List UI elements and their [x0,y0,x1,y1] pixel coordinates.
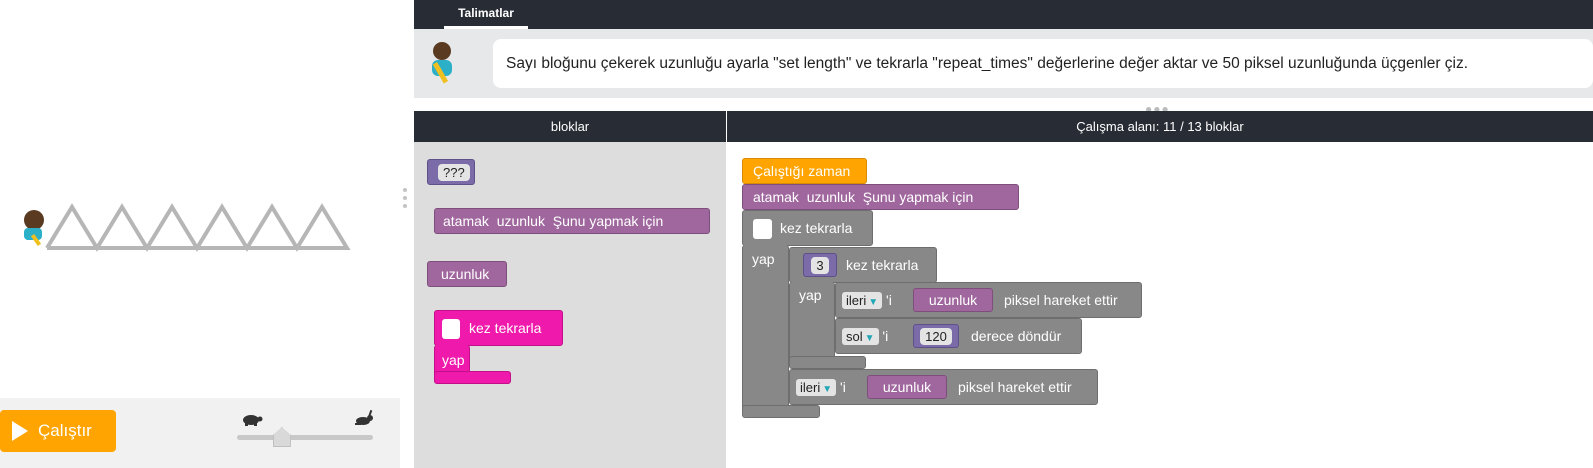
direction-suffix-2: 'i [840,379,846,395]
turn-label: derece döndür [971,328,1062,344]
set-label: atamak [753,189,799,205]
inner-repeat-count-block[interactable]: 3 [803,253,837,277]
toolbox [414,142,726,468]
when-run-label: Çalıştığı zaman [753,163,851,179]
inner-repeat-bottom [789,356,866,369]
turn-direction-dropdown[interactable]: sol ▼ [842,327,879,345]
toolbox-repeat-bottom [434,371,511,384]
toolbox-set-variable-block[interactable]: atamak uzunluk Şunu yapmak için [434,208,710,234]
inner-repeat-count[interactable]: 3 [811,256,829,274]
outer-repeat-count-socket[interactable] [753,219,772,239]
triangle-drawing [45,203,351,252]
workspace-header: Çalışma alanı: 11 / 13 bloklar [727,111,1593,142]
tab-instructions[interactable]: Talimatlar [444,0,528,29]
direction-suffix-1: 'i [886,292,892,308]
drawing-canvas [0,0,400,400]
turn-direction-suffix: 'i [882,328,889,344]
turn-angle-block[interactable]: 120 [913,324,959,348]
inner-repeat-do-label: yap [799,287,822,303]
rabbit-fast-icon [355,409,373,425]
outer-repeat-do-label: yap [752,251,775,267]
outer-repeat-body [742,245,789,417]
direction-dropdown-2[interactable]: ileri ▼ [796,378,837,396]
repeat-do-label: yap [442,352,465,368]
move2-label: piksel hareket ettir [958,379,1072,395]
toolbox-header: bloklar [414,111,726,142]
set-label: atamak [443,213,489,229]
run-button[interactable]: Çalıştır [0,410,116,452]
panel-resize-grip[interactable] [403,188,407,212]
outer-repeat-bottom [742,405,820,418]
variable-label: uzunluk [441,266,490,282]
turn-angle-value[interactable]: 120 [920,327,952,345]
instructions-tabbar [414,0,1593,29]
move1-variable-label: uzunluk [928,292,978,308]
when-run-block[interactable]: Çalıştığı zaman [742,158,867,184]
toolbox-variable-block[interactable]: uzunluk [427,261,507,287]
repeat-count-socket[interactable] [442,319,460,339]
artist-avatar [24,210,44,247]
set-variable-name: uzunluk [806,189,855,205]
run-button-label: Çalıştır [38,421,92,440]
move2-variable-block[interactable]: uzunluk [867,375,947,399]
turtle-slow-icon [243,415,263,426]
toolbox-number-block[interactable]: ??? [427,159,475,185]
speed-slider-track[interactable] [237,435,373,440]
move2-variable-label: uzunluk [882,379,932,395]
number-placeholder: ??? [438,163,470,181]
repeat-label: kez tekrarla [469,320,542,336]
direction-dropdown-1[interactable]: ileri ▼ [842,291,883,309]
set-suffix: Şunu yapmak için [862,189,974,205]
instructions-text: Sayı bloğunu çekerek uzunluğu ayarla "se… [493,39,1593,88]
set-suffix: Şunu yapmak için [552,213,664,229]
inner-repeat-label: kez tekrarla [846,257,919,273]
outer-repeat-label: kez tekrarla [780,220,853,236]
move1-label: piksel hareket ettir [1004,292,1118,308]
set-variable-block[interactable]: atamak uzunluk Şunu yapmak için [742,184,1019,210]
set-variable-name: uzunluk [496,213,545,229]
move1-variable-block[interactable]: uzunluk [913,288,993,312]
drawing-svg [24,203,351,252]
play-icon [12,421,28,441]
instructor-avatar [432,42,452,84]
